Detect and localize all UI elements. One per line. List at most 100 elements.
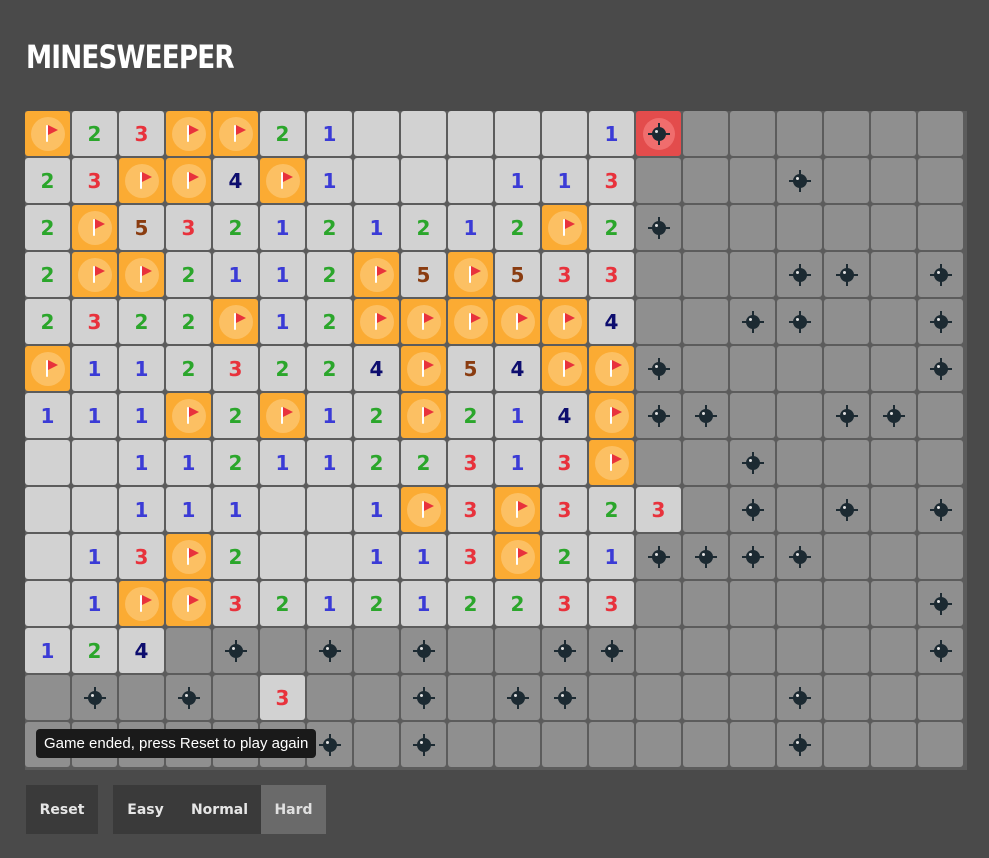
- cell-number[interactable]: 3: [213, 581, 258, 626]
- cell-number[interactable]: 4: [119, 628, 164, 673]
- cell-hidden[interactable]: [777, 393, 822, 438]
- cell-hidden[interactable]: [683, 722, 728, 767]
- cell-hidden[interactable]: [824, 628, 869, 673]
- cell-number[interactable]: 2: [166, 346, 211, 391]
- cell-number[interactable]: 4: [354, 346, 399, 391]
- cell-number[interactable]: 3: [542, 487, 587, 532]
- cell-number[interactable]: 1: [401, 534, 446, 579]
- cell-flagged[interactable]: [166, 111, 211, 156]
- cell-hidden[interactable]: [777, 628, 822, 673]
- cell-hidden[interactable]: [824, 346, 869, 391]
- cell-number[interactable]: 1: [307, 158, 352, 203]
- cell-number[interactable]: 5: [448, 346, 493, 391]
- cell-empty[interactable]: [72, 440, 117, 485]
- cell-number[interactable]: 3: [448, 487, 493, 532]
- cell-mine[interactable]: [636, 393, 681, 438]
- cell-mine[interactable]: [636, 346, 681, 391]
- cell-hidden[interactable]: [918, 158, 963, 203]
- cell-hidden[interactable]: [683, 299, 728, 344]
- cell-hidden[interactable]: [589, 675, 634, 720]
- cell-hidden[interactable]: [495, 628, 540, 673]
- cell-hidden[interactable]: [683, 487, 728, 532]
- cell-hidden[interactable]: [730, 628, 775, 673]
- cell-hidden[interactable]: [871, 111, 916, 156]
- cell-number[interactable]: 1: [307, 393, 352, 438]
- cell-number[interactable]: 1: [260, 205, 305, 250]
- cell-flagged[interactable]: [166, 158, 211, 203]
- cell-mine[interactable]: [72, 675, 117, 720]
- cell-flagged[interactable]: [354, 299, 399, 344]
- cell-exploded-mine[interactable]: [636, 111, 681, 156]
- cell-number[interactable]: 2: [25, 299, 70, 344]
- cell-number[interactable]: 2: [166, 299, 211, 344]
- cell-number[interactable]: 2: [354, 581, 399, 626]
- cell-flagged[interactable]: [401, 487, 446, 532]
- cell-number[interactable]: 2: [495, 581, 540, 626]
- cell-number[interactable]: 2: [25, 158, 70, 203]
- cell-number[interactable]: 2: [307, 252, 352, 297]
- cell-flagged[interactable]: [213, 299, 258, 344]
- cell-hidden[interactable]: [307, 675, 352, 720]
- cell-mine[interactable]: [307, 628, 352, 673]
- cell-hidden[interactable]: [824, 299, 869, 344]
- cell-flagged[interactable]: [260, 158, 305, 203]
- cell-hidden[interactable]: [777, 346, 822, 391]
- cell-hidden[interactable]: [730, 393, 775, 438]
- cell-number[interactable]: 2: [72, 111, 117, 156]
- cell-hidden[interactable]: [918, 111, 963, 156]
- cell-hidden[interactable]: [824, 158, 869, 203]
- cell-hidden[interactable]: [730, 581, 775, 626]
- cell-number[interactable]: 3: [72, 299, 117, 344]
- cell-number[interactable]: 1: [119, 346, 164, 391]
- cell-number[interactable]: 2: [25, 205, 70, 250]
- cell-flagged[interactable]: [166, 581, 211, 626]
- cell-hidden[interactable]: [871, 675, 916, 720]
- cell-number[interactable]: 2: [589, 205, 634, 250]
- cell-mine[interactable]: [918, 628, 963, 673]
- cell-hidden[interactable]: [871, 440, 916, 485]
- cell-number[interactable]: 1: [495, 158, 540, 203]
- cell-number[interactable]: 2: [260, 581, 305, 626]
- cell-hidden[interactable]: [636, 722, 681, 767]
- cell-hidden[interactable]: [777, 440, 822, 485]
- cell-hidden[interactable]: [824, 722, 869, 767]
- cell-mine[interactable]: [918, 299, 963, 344]
- cell-flagged[interactable]: [542, 346, 587, 391]
- cell-number[interactable]: 1: [448, 205, 493, 250]
- cell-hidden[interactable]: [636, 628, 681, 673]
- cell-flagged[interactable]: [589, 393, 634, 438]
- cell-number[interactable]: 2: [448, 581, 493, 626]
- cell-flagged[interactable]: [495, 487, 540, 532]
- cell-mine[interactable]: [166, 675, 211, 720]
- cell-flagged[interactable]: [542, 299, 587, 344]
- cell-mine[interactable]: [918, 252, 963, 297]
- cell-hidden[interactable]: [636, 675, 681, 720]
- cell-number[interactable]: 1: [119, 440, 164, 485]
- cell-hidden[interactable]: [871, 346, 916, 391]
- cell-number[interactable]: 2: [25, 252, 70, 297]
- cell-number[interactable]: 3: [448, 534, 493, 579]
- cell-hidden[interactable]: [495, 722, 540, 767]
- cell-mine[interactable]: [730, 440, 775, 485]
- cell-number[interactable]: 1: [401, 581, 446, 626]
- cell-number[interactable]: 1: [72, 346, 117, 391]
- cell-hidden[interactable]: [871, 628, 916, 673]
- cell-number[interactable]: 2: [354, 393, 399, 438]
- cell-mine[interactable]: [777, 675, 822, 720]
- cell-number[interactable]: 2: [589, 487, 634, 532]
- cell-flagged[interactable]: [119, 158, 164, 203]
- cell-mine[interactable]: [683, 393, 728, 438]
- cell-empty[interactable]: [260, 487, 305, 532]
- cell-flagged[interactable]: [401, 393, 446, 438]
- cell-hidden[interactable]: [918, 722, 963, 767]
- cell-empty[interactable]: [401, 111, 446, 156]
- cell-number[interactable]: 5: [401, 252, 446, 297]
- cell-flagged[interactable]: [166, 534, 211, 579]
- cell-mine[interactable]: [589, 628, 634, 673]
- cell-mine[interactable]: [871, 393, 916, 438]
- cell-hidden[interactable]: [777, 581, 822, 626]
- cell-hidden[interactable]: [918, 675, 963, 720]
- cell-number[interactable]: 1: [307, 440, 352, 485]
- cell-number[interactable]: 1: [25, 393, 70, 438]
- cell-empty[interactable]: [401, 158, 446, 203]
